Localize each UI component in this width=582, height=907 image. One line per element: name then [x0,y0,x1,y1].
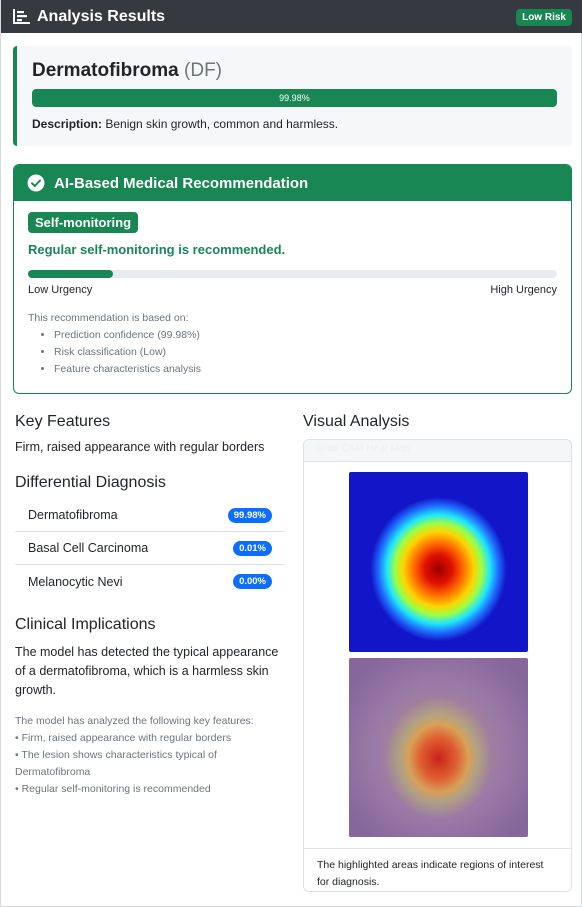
clinical-title: Clinical Implications [15,616,156,633]
basis-item: Risk classification (Low) [54,344,557,361]
probability-badge: 0.00% [233,574,272,589]
probability-badge: 99.98% [227,507,272,523]
basis-item: Prediction confidence (99.98%) [54,327,557,344]
heatmap-overlay-image [349,658,528,837]
diagnosis-heading: Dermatofibroma (DF) [32,60,557,82]
recommendation-header: AI-Based Medical Recommendation [14,165,571,201]
differential-name: Dermatofibroma [28,508,118,522]
description-text: Benign skin growth, common and harmless. [105,117,339,131]
diagnosis-description: Description: Benign skin growth, common … [32,117,557,131]
urgency-labels: Low Urgency High Urgency [28,284,557,296]
clinical-detail-line: • The lesion shows characteristics typic… [15,749,217,778]
visual-analysis-title: Visual Analysis [303,413,410,430]
probability-badge: 0.01% [233,540,272,556]
urgency-bar-fill [28,270,113,278]
high-urgency-label: High Urgency [490,284,557,296]
analysis-page: Analysis Results Low Risk Dermatofibroma… [0,0,582,907]
differential-list: Dermatofibroma 99.98% Basal Cell Carcino… [15,499,285,598]
diagnosis-name: Dermatofibroma [32,60,179,81]
gradcam-heatmap-image [349,472,528,652]
details-column: Key Features Firm, raised appearance wit… [15,413,285,798]
self-monitoring-badge: Self-monitoring [28,212,139,233]
visual-analysis-card: Grad-CAM Heat Map The highlighted areas … [303,439,572,892]
confidence-progress-fill: 99.98% [32,89,557,107]
clinical-detail-line: The model has analyzed the following key… [15,715,254,727]
risk-badge: Low Risk [516,9,572,26]
urgency-bar [28,270,557,278]
clinical-details: The model has analyzed the following key… [15,713,285,798]
recommendation-title: AI-Based Medical Recommendation [54,174,309,192]
top-bar: Analysis Results Low Risk [1,0,582,33]
diagnosis-code: (DF) [184,60,223,81]
basis-list: Prediction confidence (99.98%) Risk clas… [28,327,557,378]
visual-column: Visual Analysis Grad-CAM Heat Map The hi… [303,413,572,892]
key-features-text: Firm, raised appearance with regular bor… [15,440,265,454]
description-label: Description: [32,117,103,131]
differential-row: Melanocytic Nevi 0.00% [15,565,285,598]
bar-chart-icon [13,9,30,24]
differential-title: Differential Diagnosis [15,474,166,491]
clinical-text: The model has detected the typical appea… [15,645,279,697]
basis-item: Feature characteristics analysis [54,361,557,378]
differential-name: Melanocytic Nevi [28,574,123,589]
clinical-detail-line: • Regular self-monitoring is recommended [15,783,211,795]
diagnosis-card: Dermatofibroma (DF) 99.98% Description: … [13,46,572,146]
recommendation-card: AI-Based Medical Recommendation Self-mon… [13,164,572,394]
recommendation-basis: This recommendation is based on: Predict… [28,312,557,378]
basis-intro: This recommendation is based on: [28,312,189,324]
page-title: Analysis Results [37,7,166,25]
key-features-title: Key Features [15,413,111,430]
differential-name: Basal Cell Carcinoma [28,541,149,555]
check-circle-icon [27,174,45,192]
differential-row: Basal Cell Carcinoma 0.01% [15,532,285,565]
differential-row: Dermatofibroma 99.98% [15,499,285,532]
low-urgency-label: Low Urgency [28,284,93,296]
clinical-detail-line: • Firm, raised appearance with regular b… [15,732,232,744]
recommendation-body: Self-monitoring Regular self-monitoring … [14,201,571,389]
confidence-progress: 99.98% [32,89,557,107]
heatmap-images [304,462,571,848]
recommendation-text: Regular self-monitoring is recommended. [28,242,286,257]
heatmap-card-header: Grad-CAM Heat Map [304,440,571,462]
heatmap-caption: The highlighted areas indicate regions o… [304,848,571,891]
